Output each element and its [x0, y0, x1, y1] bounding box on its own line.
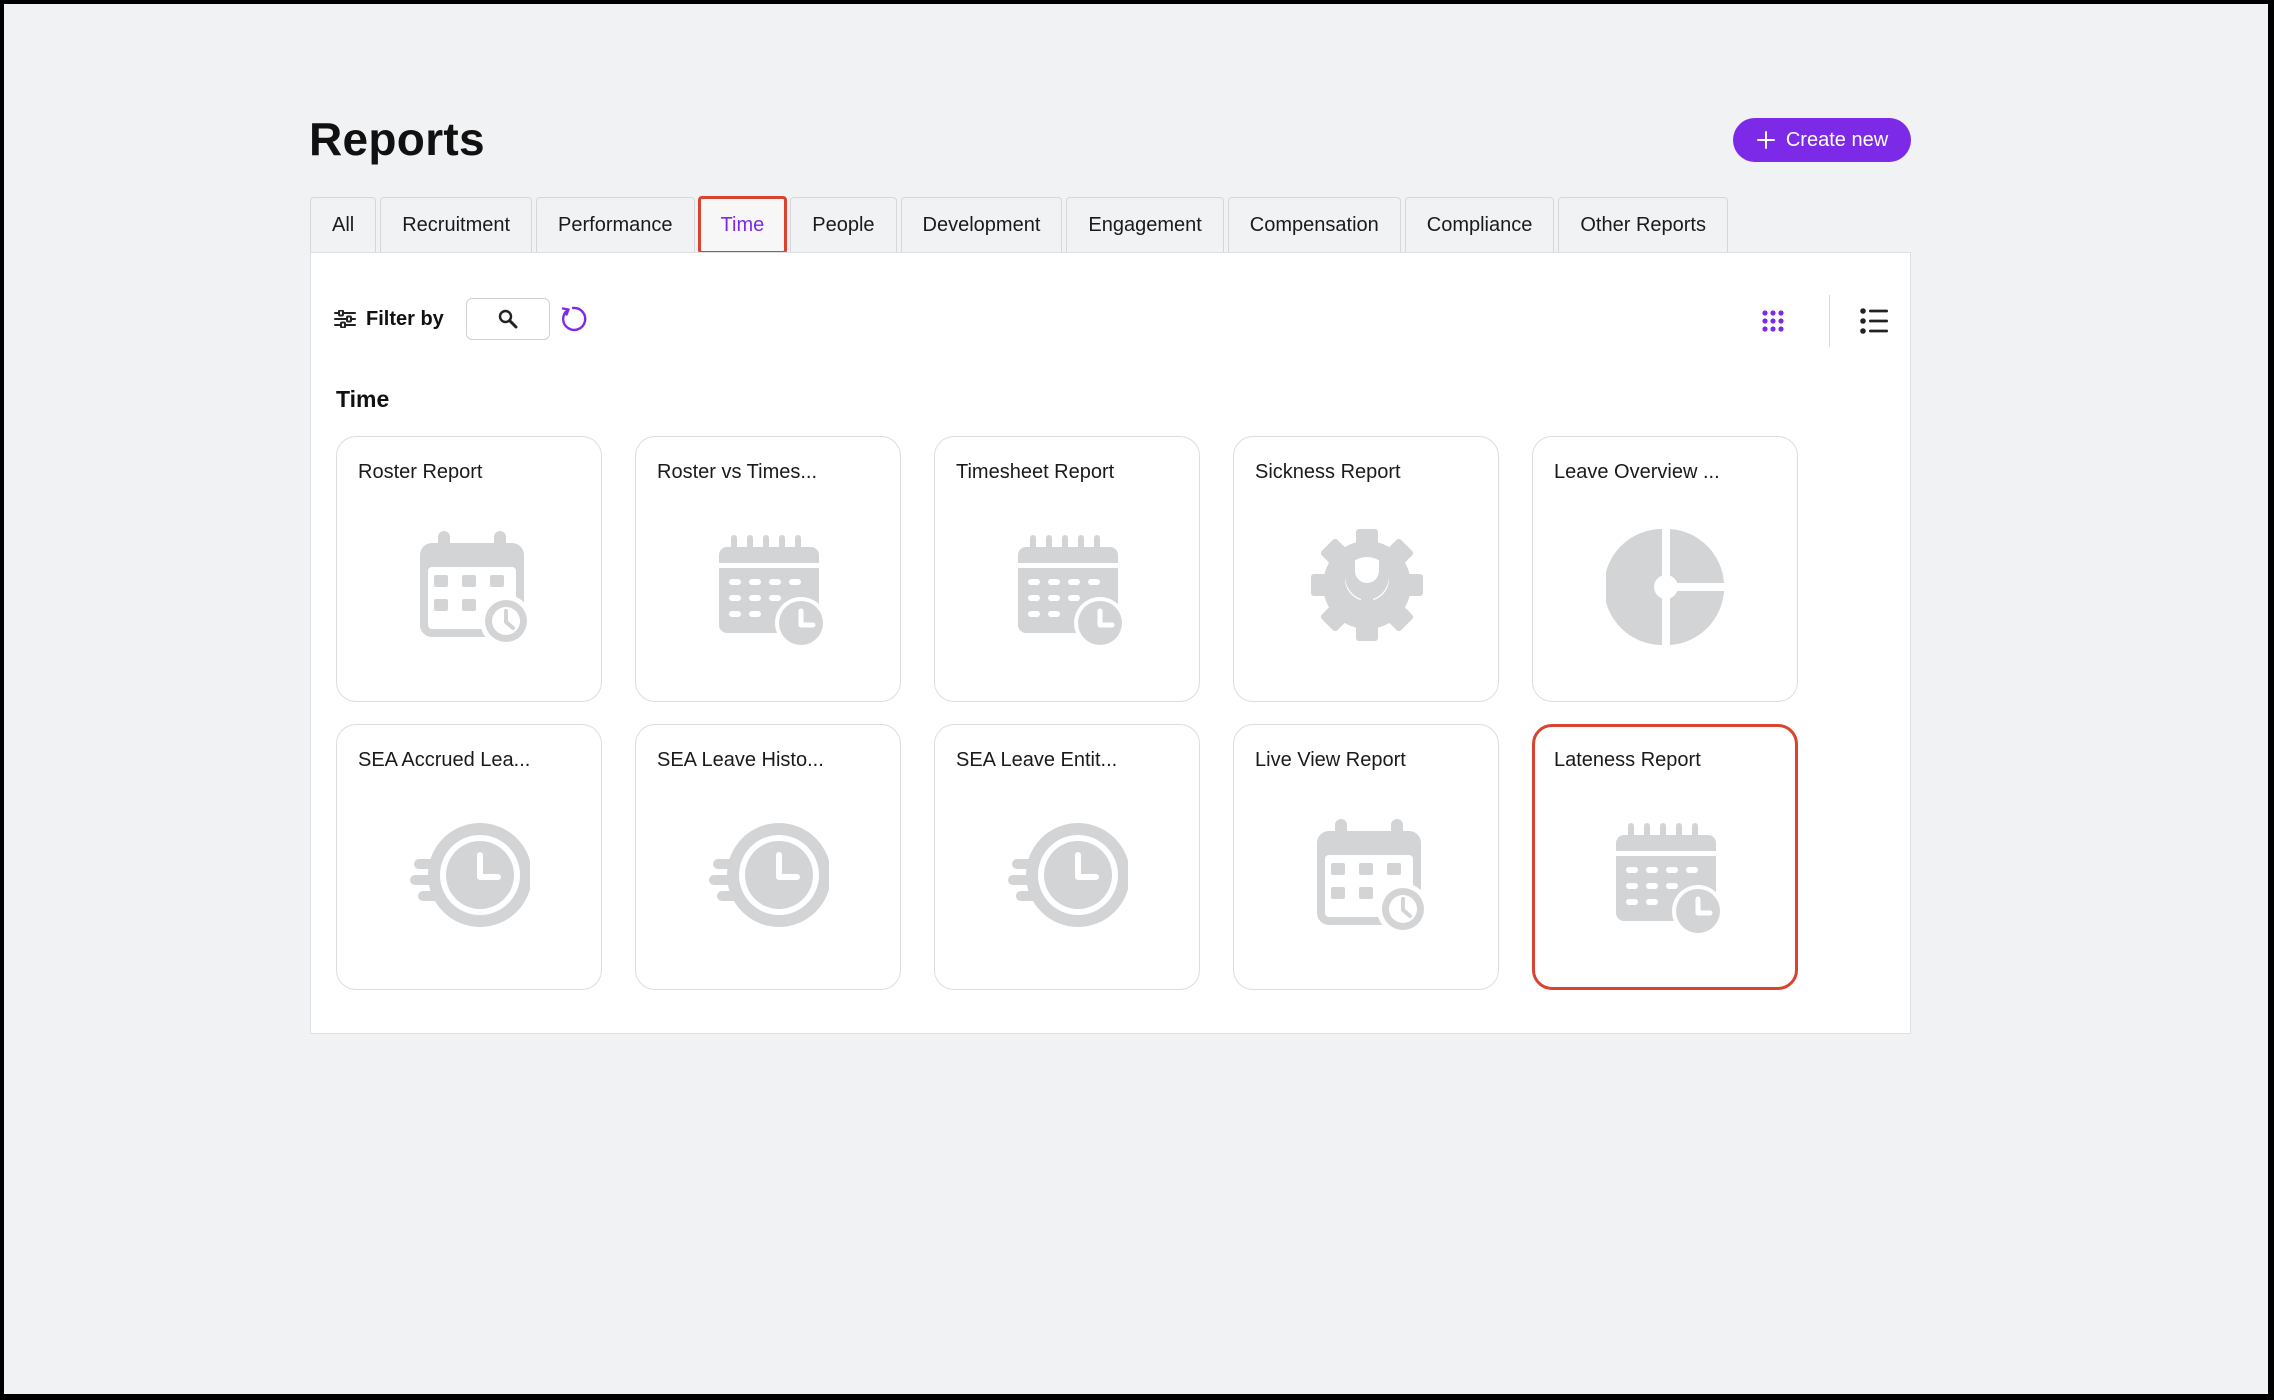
- report-card[interactable]: Roster Report: [336, 436, 602, 702]
- fast-clock-icon: [709, 815, 829, 935]
- tab-label: Other Reports: [1580, 214, 1706, 236]
- calendar-schedule-icon: [709, 527, 829, 647]
- report-card[interactable]: Sickness Report: [1233, 436, 1499, 702]
- pie-chart-icon: [1606, 527, 1726, 647]
- card-title: Roster vs Times...: [657, 461, 818, 483]
- tab-engagement[interactable]: Engagement: [1066, 197, 1224, 253]
- screen: Reports Create new All Recruitment Perfo…: [4, 4, 2268, 1394]
- section-title: Time: [336, 386, 390, 412]
- report-card[interactable]: Leave Overview ...: [1532, 436, 1798, 702]
- tab-label: Performance: [558, 214, 673, 236]
- refresh-icon[interactable]: [558, 304, 588, 334]
- search-button[interactable]: [465, 298, 550, 340]
- tab-other-reports[interactable]: Other Reports: [1558, 197, 1728, 253]
- card-title: Sickness Report: [1255, 461, 1401, 483]
- tab-recruitment[interactable]: Recruitment: [380, 197, 533, 253]
- plus-icon: [1756, 131, 1775, 149]
- tab-performance[interactable]: Performance: [536, 197, 695, 253]
- filter-bar: Filter by: [334, 298, 588, 340]
- card-title: Live View Report: [1255, 749, 1406, 771]
- tab-label: Compensation: [1249, 214, 1379, 236]
- view-divider: [1829, 295, 1830, 347]
- card-title: Lateness Report: [1554, 749, 1701, 771]
- calendar-clock-icon: [1307, 815, 1427, 935]
- tab-compliance[interactable]: Compliance: [1404, 197, 1555, 253]
- report-card[interactable]: Lateness Report: [1532, 724, 1798, 990]
- card-title: SEA Leave Entit...: [956, 749, 1118, 771]
- sliders-icon: [334, 310, 356, 328]
- tab-label: Engagement: [1088, 214, 1202, 236]
- tab-time[interactable]: Time: [697, 196, 788, 254]
- calendar-schedule-icon: [1606, 815, 1726, 935]
- create-new-label: Create new: [1785, 128, 1889, 151]
- card-title: Roster Report: [358, 461, 483, 483]
- tab-label: Development: [922, 214, 1041, 236]
- card-title: SEA Accrued Lea...: [358, 749, 531, 771]
- tab-compensation[interactable]: Compensation: [1227, 197, 1401, 253]
- gear-wrench-icon: [1307, 527, 1427, 647]
- report-card-grid: Roster Report Roster vs Times... Timeshe…: [336, 436, 1798, 990]
- tab-all[interactable]: All: [310, 197, 377, 253]
- report-card[interactable]: Roster vs Times...: [635, 436, 901, 702]
- grid-view-icon[interactable]: [1761, 309, 1785, 333]
- tab-label: Compliance: [1426, 214, 1533, 236]
- card-title: SEA Leave Histo...: [657, 749, 824, 771]
- tab-people[interactable]: People: [790, 197, 897, 253]
- tab-label: All: [332, 214, 355, 236]
- list-view-icon[interactable]: [1860, 308, 1888, 334]
- tab-label: Recruitment: [402, 214, 511, 236]
- fast-clock-icon: [410, 815, 530, 935]
- tab-development[interactable]: Development: [900, 197, 1063, 253]
- report-card[interactable]: SEA Accrued Lea...: [336, 724, 602, 990]
- page-title: Reports: [309, 113, 485, 165]
- report-category-tabs: All Recruitment Performance Time People …: [310, 196, 1728, 254]
- card-title: Timesheet Report: [956, 461, 1115, 483]
- tab-label: Time: [720, 214, 765, 236]
- report-card[interactable]: SEA Leave Histo...: [635, 724, 901, 990]
- filter-by-label: Filter by: [366, 307, 444, 330]
- card-title: Leave Overview ...: [1554, 461, 1720, 483]
- filter-by-button[interactable]: Filter by: [334, 308, 444, 331]
- report-card[interactable]: Live View Report: [1233, 724, 1499, 990]
- fast-clock-icon: [1008, 815, 1128, 935]
- reports-panel: Filter by Time Roster Report Roster vs T…: [310, 252, 1911, 1034]
- report-card[interactable]: SEA Leave Entit...: [934, 724, 1200, 990]
- report-card[interactable]: Timesheet Report: [934, 436, 1200, 702]
- calendar-schedule-icon: [1008, 527, 1128, 647]
- create-new-button[interactable]: Create new: [1733, 118, 1911, 162]
- view-toggle: [1761, 295, 1888, 347]
- calendar-clock-icon: [410, 527, 530, 647]
- search-icon: [498, 309, 518, 329]
- tab-label: People: [812, 214, 875, 236]
